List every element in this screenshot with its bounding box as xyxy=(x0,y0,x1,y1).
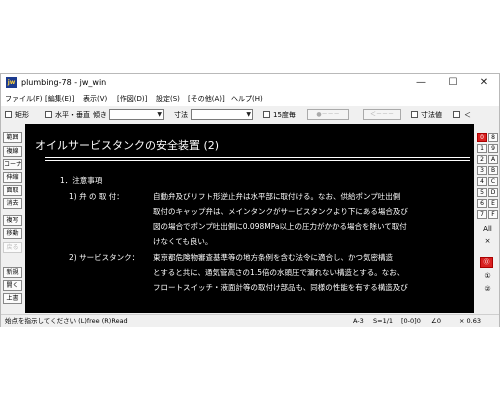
tool-overwrite[interactable]: 上書 xyxy=(3,293,22,304)
layer-1-button[interactable]: ① xyxy=(480,271,495,282)
menu-view[interactable]: 表示(V) xyxy=(83,93,107,105)
zoom-indicator[interactable]: × 0.63 xyxy=(459,316,481,326)
maximize-button[interactable]: ☐ xyxy=(438,74,468,92)
title-underline xyxy=(45,157,470,158)
tool-corner[interactable]: コーナー xyxy=(3,159,22,170)
scale-indicator[interactable]: S=1/1 xyxy=(373,316,393,326)
menu-settings[interactable]: 設定(S) xyxy=(156,93,180,105)
layer-group-4-button[interactable]: 4 xyxy=(477,177,487,186)
layer-group-d-button[interactable]: D xyxy=(488,188,498,197)
app-window: jw plumbing-78 - jw_win — ☐ ✕ ファイル(F) [編… xyxy=(0,73,500,327)
layer-group-a-button[interactable]: A xyxy=(488,155,498,164)
arrow-button[interactable]: ＜－－－ xyxy=(363,109,401,120)
all-layers-button[interactable]: All xyxy=(480,224,495,235)
menu-help[interactable]: ヘルプ(H) xyxy=(231,93,263,105)
layer-group-2-button[interactable]: 2 xyxy=(477,155,487,164)
toolbar: 矩形 水平・垂直 傾き ▼ 寸法 ▼ 15度毎 ●－－－ ＜－－－ 寸法値 ＜ xyxy=(1,107,499,123)
menu-bar: ファイル(F) [編集(E)] 表示(V) [作図(D)] 設定(S) [その他… xyxy=(1,92,499,106)
layer-indicator[interactable]: [0-0]0 xyxy=(401,316,421,326)
lt-label: ＜ xyxy=(464,111,471,119)
angle15-checkbox[interactable] xyxy=(263,111,270,118)
layer-group-6-button[interactable]: 6 xyxy=(477,199,487,208)
item2-line: 東京都危険物審査基準等の地方条例を含む法令に適合し、かつ気密構造 xyxy=(153,253,393,262)
layer-0-button[interactable]: ⓪ xyxy=(480,257,493,268)
layer-group-9-button[interactable]: 9 xyxy=(488,144,498,153)
notes-heading: 1．注意事項 xyxy=(60,176,103,185)
tool-copy[interactable]: 複写 xyxy=(3,215,22,226)
layer-group-c-button[interactable]: C xyxy=(488,177,498,186)
status-hint: 始点を指示してください (L)free (R)Read xyxy=(5,317,128,325)
tool-stretch[interactable]: 伸縮 xyxy=(3,172,22,183)
document-title: オイルサービスタンクの安全装置 (2) xyxy=(35,139,220,152)
lt-checkbox[interactable] xyxy=(453,111,460,118)
close-layer-button[interactable]: × xyxy=(480,236,495,247)
angle15-label: 15度毎 xyxy=(273,111,296,119)
layer-group-1-button[interactable]: 1 xyxy=(477,144,487,153)
tool-move[interactable]: 移動 xyxy=(3,228,22,239)
minimize-button[interactable]: — xyxy=(406,74,436,92)
item2-line: フロートスイッチ・液面計等の取付け部品も、同様の性能を有する構造及び xyxy=(153,283,408,292)
item2-line: とすると共に、通気管高さの1.5倍の水頭圧で漏れない構造とする。なお、 xyxy=(153,268,405,277)
tool-undo[interactable]: 戻る xyxy=(3,242,22,253)
layer-group-f-button[interactable]: F xyxy=(488,210,498,219)
chevron-down-icon: ▼ xyxy=(246,111,251,118)
menu-other[interactable]: [その他(A)] xyxy=(188,93,225,105)
layer-group-3-button[interactable]: 3 xyxy=(477,166,487,175)
tool-erase[interactable]: 消去 xyxy=(3,198,22,209)
point-button[interactable]: ●－－－ xyxy=(307,109,349,120)
item2-label: 2) サービスタンク： xyxy=(69,253,140,262)
tool-open[interactable]: 開く xyxy=(3,280,22,291)
tool-new[interactable]: 新規 xyxy=(3,267,22,278)
horiz-vert-label: 水平・垂直 xyxy=(55,111,90,119)
layer-group-b-button[interactable]: B xyxy=(488,166,498,175)
layer-group-0-button[interactable]: 0 xyxy=(477,133,487,142)
menu-draw[interactable]: [作図(D)] xyxy=(117,93,147,105)
paper-size[interactable]: A-3 xyxy=(353,316,364,326)
layer-group-e-button[interactable]: E xyxy=(488,199,498,208)
close-button[interactable]: ✕ xyxy=(469,74,499,92)
layer-2-button[interactable]: ② xyxy=(480,284,495,295)
layer-group-5-button[interactable]: 5 xyxy=(477,188,487,197)
layer-toolbar: 0 8 1 9 2 A 3 B 4 C 5 D 6 E 7 F All × ⓪ … xyxy=(475,124,499,314)
dim-combo[interactable]: ▼ xyxy=(191,109,253,120)
window-title: plumbing-78 - jw_win xyxy=(21,78,107,87)
layer-group-7-button[interactable]: 7 xyxy=(477,210,487,219)
rect-label: 矩形 xyxy=(15,111,29,119)
dimvalue-checkbox[interactable] xyxy=(411,111,418,118)
menu-edit[interactable]: [編集(E)] xyxy=(45,93,74,105)
item1-line: 自動弁及びリフト形逆止弁は水平部に取付ける。なお、供給ポンプ吐出側 xyxy=(153,192,401,201)
horiz-vert-checkbox[interactable] xyxy=(45,111,52,118)
item1-line: けなくても良い。 xyxy=(153,237,213,246)
tool-range[interactable]: 範囲 xyxy=(3,132,22,143)
slope-combo[interactable]: ▼ xyxy=(109,109,164,120)
dimvalue-label: 寸法値 xyxy=(421,111,442,119)
chevron-down-icon: ▼ xyxy=(157,111,162,118)
left-toolbar: 範囲 複線 コーナー 伸縮 面取 消去 複写 移動 戻る 新規 開く 上書 xyxy=(1,124,25,314)
title-underline-2 xyxy=(45,160,470,161)
dim-label: 寸法 xyxy=(174,111,188,119)
layer-group-8-button[interactable]: 8 xyxy=(488,133,498,142)
angle-indicator[interactable]: ∠0 xyxy=(431,316,441,326)
jw-app-icon: jw xyxy=(6,77,17,88)
item1-line: 図の場合でポンプ吐出側に0.098MPa以上の圧力がかかる場合を除いて取付 xyxy=(153,222,407,231)
status-bar: 始点を指示してください (L)free (R)Read A-3 S=1/1 [0… xyxy=(1,314,499,327)
tool-chamfer[interactable]: 面取 xyxy=(3,185,22,196)
item1-label: 1) 弁 の 取 付： xyxy=(69,192,124,201)
menu-file[interactable]: ファイル(F) xyxy=(5,93,43,105)
tool-offset[interactable]: 複線 xyxy=(3,146,22,157)
item1-line: 取付のキャップ弁は、メインタンクがサービスタンクより下にある場合及び xyxy=(153,207,408,216)
rect-checkbox[interactable] xyxy=(5,111,12,118)
slope-label: 傾き xyxy=(93,111,107,119)
drawing-canvas[interactable]: オイルサービスタンクの安全装置 (2) 1．注意事項 1) 弁 の 取 付： 自… xyxy=(25,124,474,313)
title-bar: jw plumbing-78 - jw_win — ☐ ✕ xyxy=(1,74,499,92)
